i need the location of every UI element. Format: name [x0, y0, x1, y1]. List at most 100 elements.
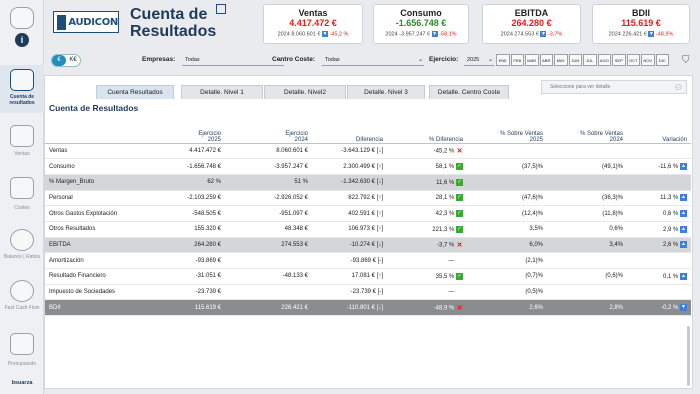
table-row[interactable]: Amortización -93.869 € -93.869 € [-] — (2,1…: [45, 252, 691, 269]
tab-detalle-nivel-2[interactable]: Detalle. Nivel2: [264, 85, 346, 99]
column-header[interactable]: Variación: [627, 125, 691, 144]
month-button[interactable]: FEB: [510, 54, 524, 66]
table-cell: 8.060.601 €: [225, 143, 312, 160]
month-button[interactable]: SEP: [612, 54, 626, 66]
kpi-prev: 2024 274.553 €: [500, 31, 539, 38]
table-cell: [225, 252, 312, 269]
table-cell: 822.792 € [↑]: [312, 190, 387, 207]
filter-funnel-icon[interactable]: ⛉: [682, 55, 690, 66]
month-button[interactable]: ABR: [539, 54, 553, 66]
table-cell: -10.274 € [↓]: [312, 237, 387, 254]
sidebar-item-presupuesto[interactable]: Presupuesto: [0, 333, 44, 367]
empresas-select[interactable]: Todas ⌄: [182, 55, 284, 66]
table-cell: 2,6 % ▲: [627, 237, 691, 254]
cell-text: 48.348 €: [284, 226, 308, 233]
table-row[interactable]: Impuesto de Sociedades -23.739 € -23.739 €…: [45, 284, 691, 301]
detail-search-input[interactable]: Seleccione para ver detalle ⚇: [541, 80, 687, 94]
table-cell: 17.081 € [↑]: [312, 268, 387, 285]
logo-text: AUDICON: [68, 16, 118, 28]
cell-text: -23.739 € [-]: [350, 289, 383, 296]
table-row[interactable]: EBITDA 264.280 € 274.553 € -10.274 € [↓] -3,…: [45, 237, 691, 254]
table-row[interactable]: Personal -2.103.259 € -2.926.052 € 822.792 …: [45, 190, 691, 207]
column-header[interactable]: % Sobre Ventas 2024: [547, 125, 627, 144]
month-selector: ENE FEB MAR ABR MAY JUN JUL AGO SEP OCT …: [496, 54, 670, 66]
table-cell: Otros Resultados: [45, 221, 140, 238]
month-button[interactable]: MAR: [525, 54, 539, 66]
kpi-value: 264.280 €: [511, 18, 552, 28]
month-button[interactable]: MAY: [554, 54, 568, 66]
table-row[interactable]: Otros Resultados 155.320 € 48.348 € 106.973…: [45, 221, 691, 238]
table-cell: (0,7)%: [467, 268, 547, 285]
tab-detalle-centro-coste[interactable]: Detalle. Centro Coste: [429, 85, 509, 99]
arrow-down-icon: ▼: [648, 31, 655, 37]
column-header[interactable]: % Diferencia: [387, 125, 467, 144]
ejercicio-select[interactable]: 2025 ⌄: [464, 55, 494, 66]
table-row[interactable]: Otros Gastos Explotación -548.505 € -951.0…: [45, 205, 691, 222]
centro-coste-select[interactable]: Todas ⌄: [322, 55, 424, 66]
kpi-pct: -58,1%: [439, 31, 457, 38]
table-row[interactable]: Ventas 4.417.472 € 8.060.601 € -3.643.129 €…: [45, 143, 691, 160]
month-button[interactable]: AGO: [597, 54, 611, 66]
table-cell: -0,2 % ▼: [627, 299, 691, 317]
column-header[interactable]: Diferencia: [312, 125, 387, 144]
sidebar-item-cuenta-resultados[interactable]: Cuenta de resultados: [0, 65, 44, 113]
scrollbar[interactable]: [687, 326, 690, 386]
month-button[interactable]: OCT: [626, 54, 640, 66]
brand-logo: bsuarza: [11, 380, 33, 386]
column-header[interactable]: [45, 125, 140, 144]
sidebar-item-info[interactable]: i: [0, 33, 44, 47]
table-row[interactable]: BDII 115.619 € 226.421 € -110.801 € [↓] -48,…: [45, 299, 691, 317]
arrow-down-icon: ▼: [431, 31, 438, 37]
sales-icon: [10, 125, 34, 147]
currency-toggle[interactable]: € K€: [51, 54, 81, 67]
cell-text: Otros Gastos Explotación: [49, 210, 118, 217]
sidebar-item-fast-cash-flow[interactable]: Fast Cash Flow: [0, 280, 44, 311]
month-button[interactable]: JUN: [568, 54, 582, 66]
kpi-sub: 2024 274.553 € ▼ -3,7%: [483, 31, 580, 37]
table-cell: Otros Gastos Explotación: [45, 205, 140, 222]
column-header[interactable]: % Sobre Ventas 2025: [467, 125, 547, 144]
cell-text: 28,1 %: [435, 195, 455, 202]
sidebar-item-ventas[interactable]: Ventas: [0, 125, 44, 157]
table-cell: —: [387, 252, 467, 269]
currency-keuro-option[interactable]: K€: [66, 55, 80, 66]
sidebar-item-balance[interactable]: Balance | Ratios: [0, 229, 44, 260]
table-cell: -1.656.748 €: [140, 158, 225, 175]
cell-text: Personal: [49, 194, 73, 201]
table-cell: [467, 174, 547, 191]
kpi-title: EBITDA: [514, 8, 549, 18]
table-cell: -2.103.259 €: [140, 190, 225, 207]
month-button[interactable]: JUL: [583, 54, 597, 66]
table-row[interactable]: Consumo -1.656.748 € -3.957.247 € 2.300.499…: [45, 158, 691, 175]
empresas-label: Empresas:: [142, 56, 176, 63]
table-row[interactable]: Resultado Financiero -31.051 € -48.133 € 17…: [45, 268, 691, 285]
table-cell: (36,3)%: [547, 190, 627, 207]
cell-text: -548.505 €: [192, 210, 221, 217]
table-cell: -951.097 €: [225, 205, 312, 222]
table-cell: -548.505 €: [140, 205, 225, 222]
cell-text: 42,3 %: [435, 211, 455, 218]
column-header-title: Variación: [662, 136, 687, 143]
month-button[interactable]: NOV: [641, 54, 655, 66]
column-header[interactable]: Ejercicio 2025: [140, 125, 225, 144]
report-icon[interactable]: [216, 4, 226, 14]
month-button[interactable]: DIC: [655, 54, 669, 66]
table-cell: 62 %: [140, 174, 225, 191]
cell-text: 0,1 %: [662, 273, 679, 280]
check-icon: ✓: [456, 210, 463, 218]
tab-detalle-nivel-3[interactable]: Detalle. Nivel 3: [347, 85, 425, 99]
currency-euro-option[interactable]: €: [52, 55, 66, 66]
table-cell: 221,3 % ✓: [387, 221, 467, 238]
month-button[interactable]: ENE: [496, 54, 510, 66]
tab-cuenta-resultados[interactable]: Cuenta Resultados: [96, 85, 174, 99]
cell-text: (47,6)%: [521, 194, 543, 201]
column-header[interactable]: Ejercicio 2024: [225, 125, 312, 144]
tab-detalle-nivel-1[interactable]: Detalle. Nivel 1: [181, 85, 263, 99]
sidebar-item-costes[interactable]: Costes: [0, 177, 44, 211]
table-cell: -3.643.129 € [↓]: [312, 143, 387, 160]
kpi-value: 4.417.472 €: [289, 18, 337, 28]
table-row[interactable]: % Margen_Bruto 62 % 51 % -1.342.630 € [↓] 11…: [45, 174, 691, 191]
table-cell: 0,6%: [547, 221, 627, 238]
sidebar-item-home[interactable]: [0, 7, 44, 29]
cell-text: 822.792 € [↑]: [348, 194, 383, 201]
